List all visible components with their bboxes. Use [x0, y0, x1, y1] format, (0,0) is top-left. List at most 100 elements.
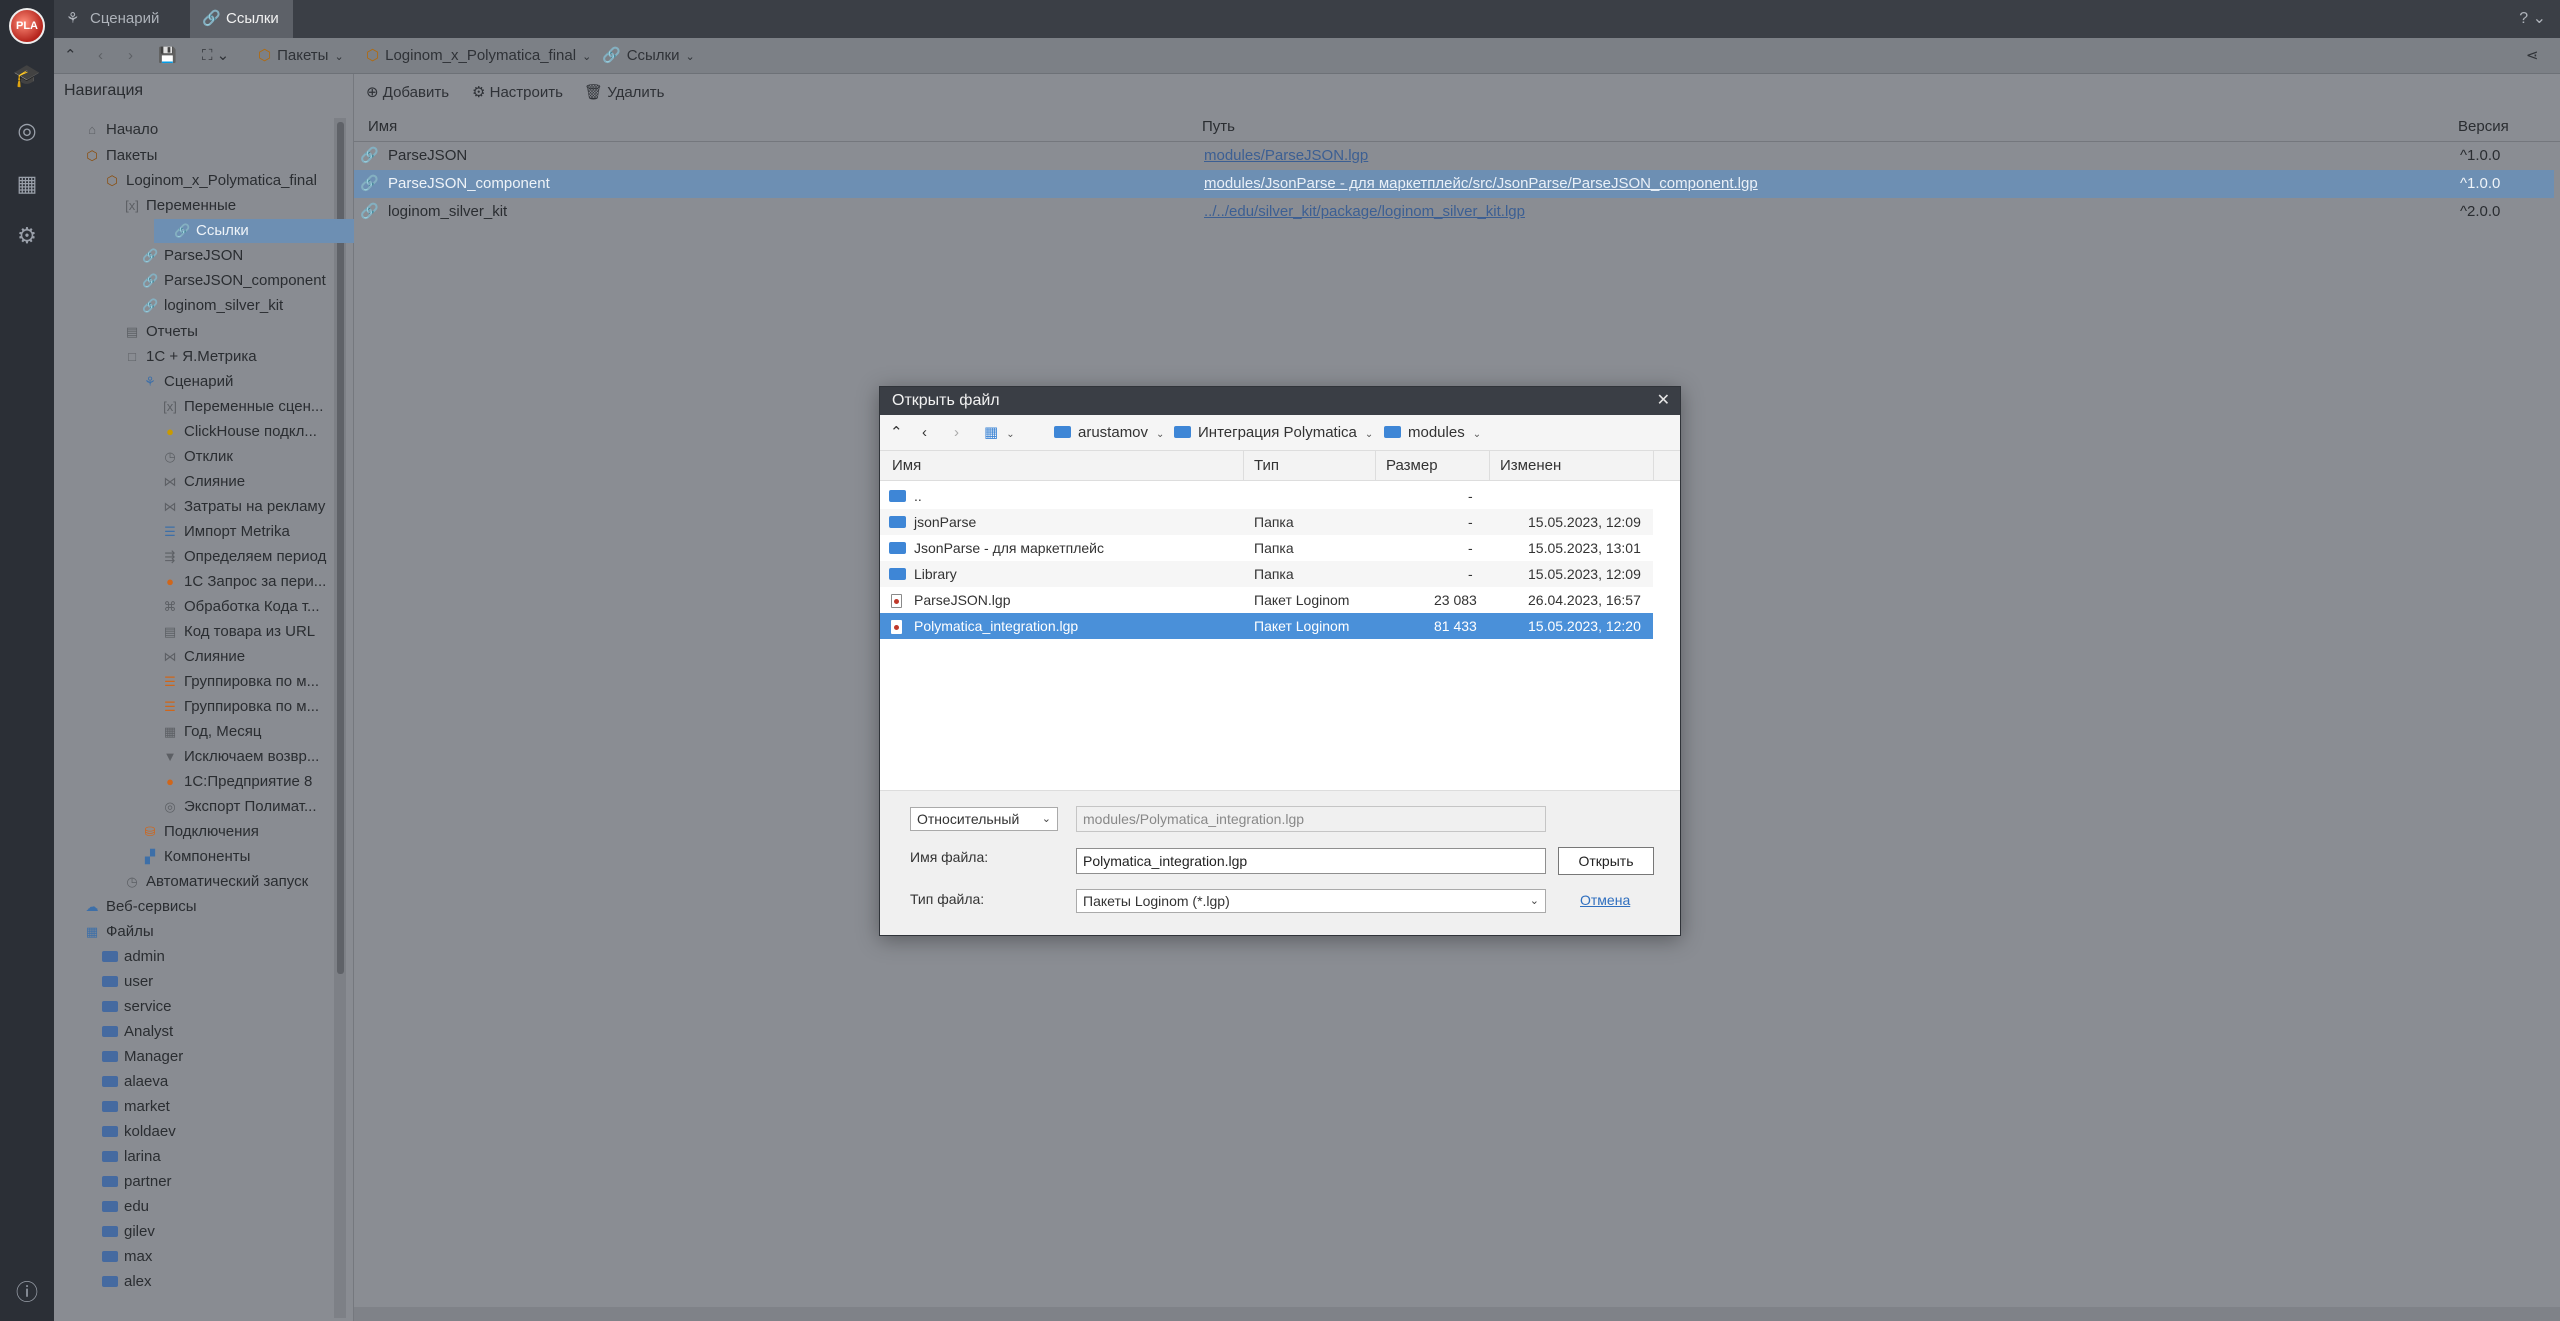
column-path[interactable]: Путь	[1202, 112, 1235, 142]
breadcrumb-packages[interactable]: ⬡ Пакеты ⌄	[258, 38, 344, 74]
tree-item-node[interactable]: ⋈ Слияние	[162, 645, 246, 669]
info-icon[interactable]: ⓘ	[13, 1279, 41, 1307]
hierarchy-icon[interactable]: ⛶ ⌄	[202, 38, 229, 74]
path-segment[interactable]: modules ⌄	[1384, 415, 1481, 451]
tree-item-folder[interactable]: user	[102, 970, 153, 994]
tree-item-packages[interactable]: ⬡ Пакеты	[84, 144, 157, 168]
folder-icon	[1174, 426, 1191, 439]
delete-button[interactable]: 🗑 Удалить	[584, 74, 665, 112]
filetype-select[interactable]: Пакеты Loginom (*.lgp) ⌄	[1076, 889, 1546, 913]
nav-scrollbar-thumb[interactable]	[337, 122, 344, 974]
file-row[interactable]: ParseJSON.lgp Пакет Loginom 23 083 26.04…	[880, 587, 1653, 613]
back-icon[interactable]: ‹	[922, 415, 927, 451]
tree-item-package[interactable]: ⬡ Loginom_x_Polymatica_final	[104, 169, 317, 193]
forward-icon[interactable]: ›	[954, 415, 959, 451]
tree-item-folder[interactable]: alex	[102, 1270, 152, 1294]
tree-item-node[interactable]: ☰ Импорт Metrika	[162, 520, 290, 544]
table-icon[interactable]: ▦	[13, 170, 41, 198]
tree-item-node[interactable]: ☰ Группировка по м...	[162, 670, 319, 694]
table-row[interactable]: 🔗 ParseJSON_component modules/JsonParse …	[354, 170, 2554, 198]
user-settings-icon[interactable]: ⚙	[13, 222, 41, 250]
tree-item-links[interactable]: 🔗 Ссылки	[154, 219, 387, 243]
tree-item-folder[interactable]: edu	[102, 1195, 149, 1219]
add-button[interactable]: ⊕ Добавить	[366, 74, 449, 112]
drive-icon[interactable]: ▦ ⌄	[984, 415, 1015, 451]
tree-item-node[interactable]: ⇶ Определяем период	[162, 545, 327, 569]
tree-item-folder[interactable]: service	[102, 995, 172, 1019]
file-row[interactable]: JsonParse - для маркетплейс Папка - 15.0…	[880, 535, 1653, 561]
compass-icon[interactable]: ◎	[13, 117, 41, 145]
app-logo[interactable]: PLA	[9, 8, 45, 44]
up-icon[interactable]: ⌃	[64, 38, 77, 74]
tree-item-folder[interactable]: gilev	[102, 1220, 155, 1244]
folder-icon	[1384, 426, 1401, 439]
tree-item-scenario[interactable]: ⚘ Сценарий	[142, 370, 233, 394]
tree-item-node[interactable]: ● 1С Запрос за пери...	[162, 570, 326, 594]
close-icon[interactable]: ✕	[1657, 387, 1670, 415]
path-segment[interactable]: Интеграция Polymatica ⌄	[1174, 415, 1373, 451]
learn-icon[interactable]: 🎓	[13, 62, 41, 90]
tree-item-node[interactable]: ● 1С:Предприятие 8	[162, 770, 312, 794]
column-size[interactable]: Размер	[1376, 451, 1490, 481]
tree-item-folder[interactable]: market	[102, 1095, 170, 1119]
column-modified[interactable]: Изменен	[1490, 451, 1654, 481]
tree-item-node[interactable]: ⌘ Обработка Кода т...	[162, 595, 320, 619]
path-segment[interactable]: arustamov ⌄	[1054, 415, 1164, 451]
tree-item-autorun[interactable]: ◷ Автоматический запуск	[124, 870, 308, 894]
tree-item-folder[interactable]: Analyst	[102, 1020, 173, 1044]
tree-item-link[interactable]: 🔗 ParseJSON_component	[142, 269, 326, 293]
tree-item-node[interactable]: ● ClickHouse подкл...	[162, 420, 317, 444]
tree-item-components[interactable]: ▞ Компоненты	[142, 845, 250, 869]
tree-item-home[interactable]: ⌂ Начало	[84, 118, 158, 142]
file-row[interactable]: .. -	[880, 483, 1653, 509]
table-row[interactable]: 🔗 ParseJSON modules/ParseJSON.lgp ^1.0.0	[354, 142, 2554, 170]
tree-item-node[interactable]: ▼ Исключаем возвр...	[162, 745, 320, 769]
breadcrumb-links[interactable]: 🔗 Ссылки ⌄	[602, 38, 695, 74]
save-icon[interactable]: 💾	[158, 38, 177, 74]
tree-item-folder[interactable]: max	[102, 1245, 152, 1269]
forward-icon[interactable]: ›	[128, 38, 133, 74]
tree-item-node[interactable]: ◎ Экспорт Полимат...	[162, 795, 316, 819]
tree-item-link[interactable]: 🔗 ParseJSON	[142, 244, 243, 268]
open-button[interactable]: Открыть	[1558, 847, 1654, 875]
file-row-selected[interactable]: Polymatica_integration.lgp Пакет Loginom…	[880, 613, 1653, 639]
breadcrumb-package[interactable]: ⬡ Loginom_x_Polymatica_final ⌄	[366, 38, 591, 74]
configure-button[interactable]: ⚙ Настроить	[472, 74, 563, 112]
up-icon[interactable]: ⌃	[890, 415, 903, 451]
tree-item-reports[interactable]: ▤ Отчеты	[124, 320, 198, 344]
tree-item-folder[interactable]: Manager	[102, 1045, 183, 1069]
tree-item-folder[interactable]: partner	[102, 1170, 172, 1194]
share-icon[interactable]: ⋖	[2526, 38, 2539, 74]
tab-scenario[interactable]: ⚘ Сценарий	[54, 0, 173, 38]
tree-item-module[interactable]: □ 1С + Я.Метрика	[124, 345, 257, 369]
tree-item-folder[interactable]: larina	[102, 1145, 161, 1169]
tree-item-node[interactable]: ▦ Год, Месяц	[162, 720, 262, 744]
file-row[interactable]: Library Папка - 15.05.2023, 12:09	[880, 561, 1653, 587]
tree-item-node[interactable]: [x] Переменные сцен...	[162, 395, 323, 419]
column-type[interactable]: Тип	[1244, 451, 1376, 481]
tree-item-node[interactable]: ☰ Группировка по м...	[162, 695, 319, 719]
tree-item-web-services[interactable]: ☁ Веб-сервисы	[84, 895, 197, 919]
file-row[interactable]: jsonParse Папка - 15.05.2023, 12:09	[880, 509, 1653, 535]
table-row[interactable]: 🔗 loginom_silver_kit ../../edu/silver_ki…	[354, 198, 2554, 226]
tree-item-folder[interactable]: koldaev	[102, 1120, 176, 1144]
help-icon[interactable]: ? ⌄	[2519, 0, 2546, 38]
tree-item-folder[interactable]: admin	[102, 945, 165, 969]
filename-input[interactable]: Polymatica_integration.lgp	[1076, 848, 1546, 874]
column-version[interactable]: Версия	[2458, 112, 2509, 142]
back-icon[interactable]: ‹	[98, 38, 103, 74]
tree-item-node[interactable]: ⋈ Затраты на рекламу	[162, 495, 326, 519]
tree-item-link[interactable]: 🔗 loginom_silver_kit	[142, 294, 283, 318]
column-name[interactable]: Имя	[880, 451, 1244, 481]
cancel-link[interactable]: Отмена	[1580, 892, 1630, 908]
path-mode-select[interactable]: Относительный ⌄	[910, 807, 1058, 831]
tree-item-node[interactable]: ⋈ Слияние	[162, 470, 246, 494]
tab-links[interactable]: 🔗 Ссылки	[190, 0, 293, 38]
tree-item-files[interactable]: ▦ Файлы	[84, 920, 154, 944]
tree-item-node[interactable]: ◷ Отклик	[162, 445, 233, 469]
tree-item-connections[interactable]: ⛁ Подключения	[142, 820, 259, 844]
column-name[interactable]: Имя	[368, 112, 397, 142]
tree-item-folder[interactable]: alaeva	[102, 1070, 168, 1094]
tree-item-node[interactable]: ▤ Код товара из URL	[162, 620, 315, 644]
tree-item-variables[interactable]: [x] Переменные	[124, 194, 236, 218]
